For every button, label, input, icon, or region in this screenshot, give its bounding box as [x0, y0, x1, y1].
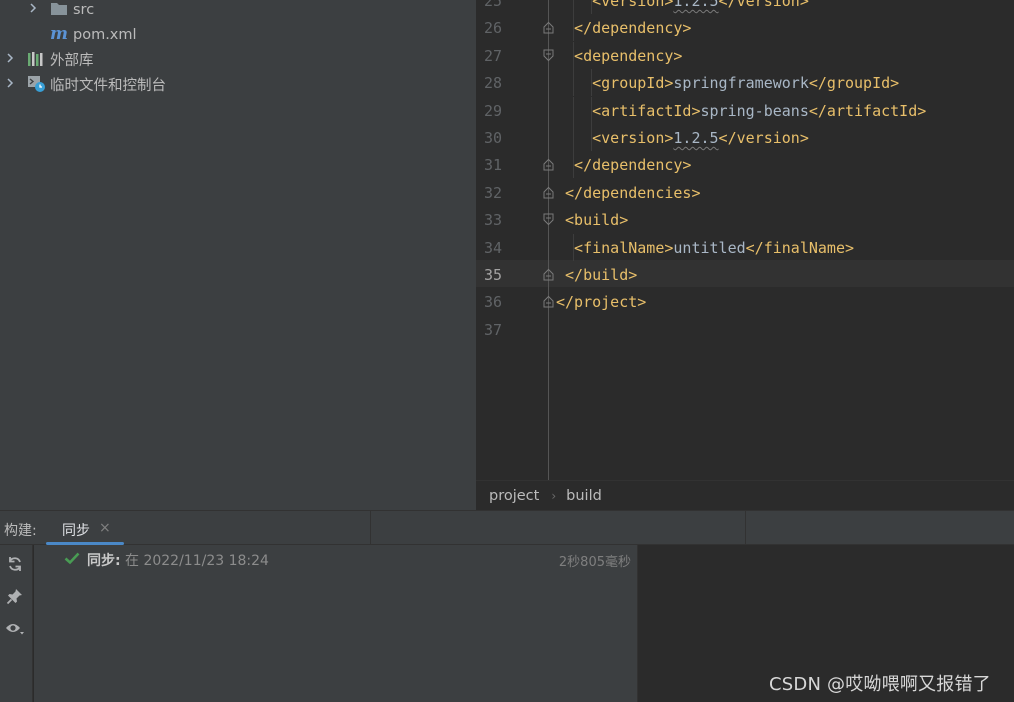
chevron-right-icon[interactable] [26, 2, 40, 18]
code-line[interactable]: 31 </dependency> [476, 151, 1014, 179]
maven-icon: m [50, 24, 68, 44]
header-divider [745, 511, 746, 545]
code-text: <build> [565, 211, 629, 230]
tree-item-scratches[interactable]: 临时文件和控制台 [0, 72, 476, 97]
code-text: <version>1.2.5</version> [592, 0, 809, 10]
folder-icon [50, 1, 68, 17]
code-line[interactable]: 30 <version>1.2.5</version> [476, 124, 1014, 151]
code-line[interactable]: 29 <artifactId>spring-beans</artifactId> [476, 96, 1014, 124]
eye-icon[interactable] [4, 618, 26, 640]
line-number: 26 [483, 19, 502, 38]
code-text: </project> [556, 293, 647, 312]
build-result-label: 同步: [87, 553, 121, 569]
code-text: <artifactId>spring-beans</artifactId> [592, 101, 927, 120]
fold-end-icon[interactable] [542, 157, 555, 172]
refresh-icon[interactable] [4, 553, 26, 575]
code-line[interactable]: 37 [476, 316, 1014, 343]
line-number: 31 [483, 156, 502, 175]
tab-sync-label: 同步 [62, 523, 90, 539]
build-panel-header: 构建: 同步 × [0, 510, 1014, 545]
tree-item-label: src [73, 1, 95, 18]
line-number: 27 [483, 46, 502, 65]
line-number: 33 [483, 211, 502, 230]
fold-end-icon[interactable] [542, 185, 555, 200]
line-number: 25 [483, 0, 502, 10]
library-icon [27, 51, 45, 67]
indent-guide [573, 96, 575, 124]
tree-item-src[interactable]: src [0, 0, 476, 22]
code-text: </dependency> [574, 19, 692, 38]
fold-start-icon[interactable] [542, 48, 555, 63]
breadcrumb-item-build[interactable]: build [566, 488, 602, 504]
code-text: <groupId>springframework</groupId> [592, 74, 900, 93]
close-icon[interactable]: × [99, 520, 111, 536]
line-number: 34 [483, 238, 502, 257]
build-result-row[interactable]: 同步: 在 2022/11/23 18:24 2秒805毫秒 [34, 545, 637, 571]
code-text: </dependency> [574, 156, 692, 175]
indent-guide [573, 124, 575, 151]
code-line[interactable]: 34 <finalName>untitled</finalName> [476, 233, 1014, 261]
line-number: 32 [483, 183, 502, 202]
code-text: <finalName>untitled</finalName> [574, 238, 855, 257]
build-toolbar [0, 545, 33, 702]
build-result-duration: 2秒805毫秒 [558, 555, 631, 570]
tree-item-external-libraries[interactable]: 外部库 [0, 47, 476, 72]
indent-guide [573, 69, 575, 97]
svg-text:m: m [50, 25, 68, 42]
pin-icon[interactable] [4, 585, 26, 607]
line-number: 36 [483, 293, 502, 312]
line-number: 35 [483, 266, 502, 284]
code-line[interactable]: 35 </build> [476, 261, 1014, 288]
code-text: <version>1.2.5</version> [592, 129, 809, 147]
line-number: 28 [483, 74, 502, 93]
indent-guide [573, 0, 575, 14]
tree-item-label: 临时文件和控制台 [50, 78, 166, 94]
chevron-right-icon[interactable] [3, 77, 17, 93]
code-text: <dependency> [574, 46, 683, 65]
build-output-tree: 同步: 在 2022/11/23 18:24 2秒805毫秒 [34, 545, 637, 702]
chevron-right-icon[interactable] [3, 52, 17, 68]
code-text: </dependencies> [565, 183, 701, 202]
fold-end-icon[interactable] [542, 294, 555, 309]
code-line[interactable]: 28 <groupId>springframework</groupId> [476, 69, 1014, 97]
header-divider [370, 511, 371, 545]
code-line[interactable]: 32 </dependencies> [476, 179, 1014, 206]
line-number: 29 [483, 101, 502, 120]
code-line[interactable]: 33 <build> [476, 206, 1014, 233]
code-line[interactable]: 26 </dependency> [476, 14, 1014, 42]
code-line[interactable]: 36 </project> [476, 288, 1014, 315]
tree-item-label: pom.xml [73, 26, 137, 43]
check-icon [64, 550, 80, 565]
breadcrumb: project › build [476, 480, 1014, 510]
fold-end-icon[interactable] [542, 267, 555, 282]
breadcrumb-item-project[interactable]: project [489, 488, 539, 504]
fold-start-icon[interactable] [542, 212, 555, 227]
tab-sync[interactable]: 同步 × [46, 511, 124, 545]
scratch-icon [27, 75, 45, 92]
line-number: 30 [483, 129, 502, 147]
chevron-right-icon: › [551, 488, 557, 503]
code-line[interactable]: 27 <dependency> [476, 41, 1014, 69]
tree-item-pom[interactable]: m pom.xml [0, 22, 476, 47]
tree-item-label: 外部库 [50, 53, 94, 69]
code-text: </build> [565, 266, 638, 284]
code-line[interactable]: 25 <version>1.2.5</version> [476, 0, 1014, 14]
build-panel-title: 构建: [4, 523, 37, 539]
line-number: 37 [483, 320, 502, 339]
fold-end-icon[interactable] [542, 20, 555, 35]
project-tree-panel: src m pom.xml 外部库 临时文件和控制台 [0, 0, 476, 510]
watermark: CSDN @哎呦喂啊又报错了 [769, 674, 991, 695]
build-result-time: 在 2022/11/23 18:24 [125, 553, 269, 569]
code-editor[interactable]: 25 <version>1.2.5</version> 26 </dependency… [476, 0, 1014, 480]
